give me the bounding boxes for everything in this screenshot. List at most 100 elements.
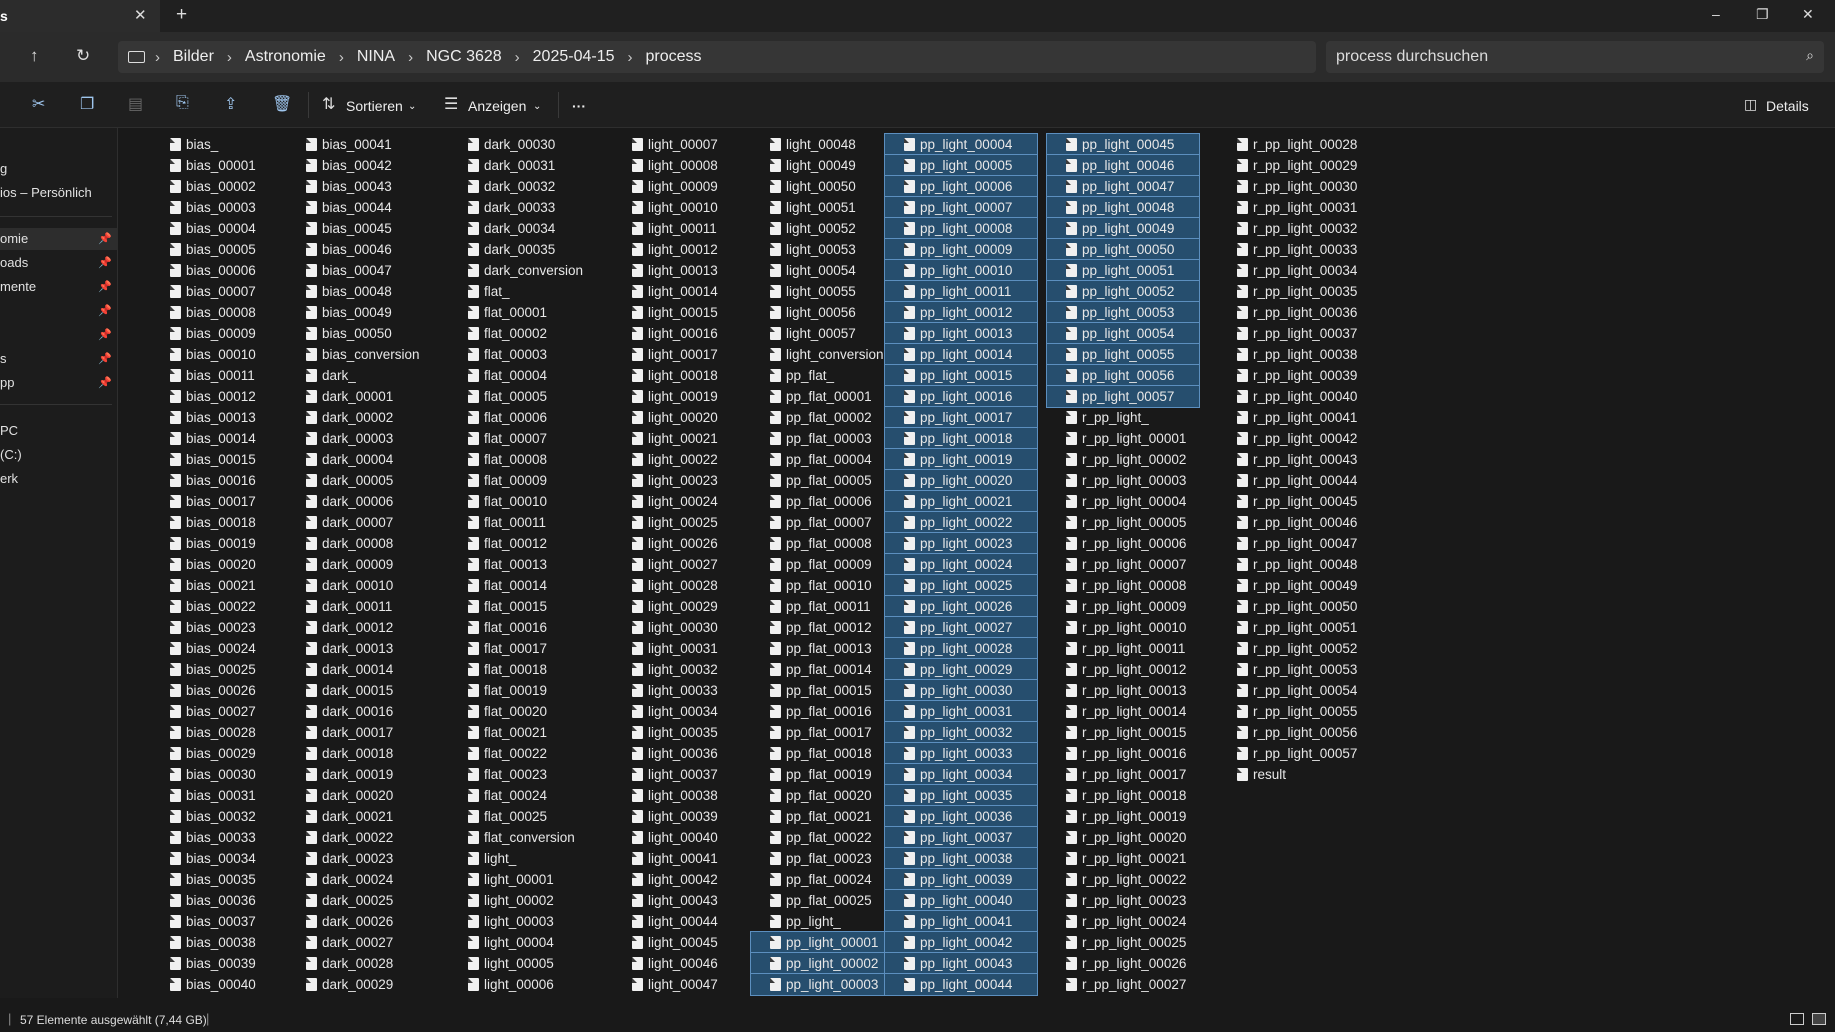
- file-item[interactable]: pp_light_00029: [884, 658, 1038, 681]
- breadcrumb-ngc3628[interactable]: NGC 3628: [426, 48, 502, 66]
- file-item[interactable]: bias_00007: [168, 281, 256, 302]
- file-item[interactable]: light_00028: [630, 575, 718, 596]
- file-item[interactable]: r_pp_light_00041: [1235, 407, 1357, 428]
- file-item[interactable]: pp_light_00019: [884, 448, 1038, 471]
- file-item[interactable]: r_pp_light_00020: [1064, 827, 1186, 848]
- file-item[interactable]: pp_flat_00001: [768, 386, 872, 407]
- file-item[interactable]: r_pp_light_00031: [1235, 197, 1357, 218]
- file-item[interactable]: dark_00020: [304, 785, 393, 806]
- minimize-icon[interactable]: –: [1712, 6, 1720, 22]
- file-item[interactable]: bias_00031: [168, 785, 256, 806]
- file-item[interactable]: bias_00012: [168, 386, 256, 407]
- file-item[interactable]: light_00007: [630, 134, 718, 155]
- file-item[interactable]: r_pp_light_00053: [1235, 659, 1357, 680]
- file-item[interactable]: light_00042: [630, 869, 718, 890]
- file-item[interactable]: r_pp_light_00035: [1235, 281, 1357, 302]
- file-item[interactable]: dark_: [304, 365, 356, 386]
- file-item[interactable]: dark_00004: [304, 449, 393, 470]
- file-item[interactable]: dark_00029: [304, 974, 393, 995]
- file-item[interactable]: pp_light_00052: [1046, 280, 1200, 303]
- file-item[interactable]: r_pp_light_00030: [1235, 176, 1357, 197]
- file-item[interactable]: light_00014: [630, 281, 718, 302]
- details-button[interactable]: Details: [1766, 98, 1809, 114]
- file-item[interactable]: bias_00050: [304, 323, 392, 344]
- file-item[interactable]: pp_flat_00025: [768, 890, 872, 911]
- file-item[interactable]: pp_flat_00019: [768, 764, 872, 785]
- file-item[interactable]: flat_00022: [466, 743, 547, 764]
- maximize-icon[interactable]: ❐: [1756, 6, 1769, 23]
- file-item[interactable]: pp_light_00001: [750, 931, 904, 954]
- file-item[interactable]: bias_00038: [168, 932, 256, 953]
- close-tab-icon[interactable]: ✕: [134, 6, 147, 24]
- file-item[interactable]: pp_light_00028: [884, 637, 1038, 660]
- file-item[interactable]: r_pp_light_00007: [1064, 554, 1186, 575]
- file-item[interactable]: dark_00013: [304, 638, 393, 659]
- file-item[interactable]: flat_00002: [466, 323, 547, 344]
- file-item[interactable]: light_00020: [630, 407, 718, 428]
- sidebar-item-astronomie[interactable]: omie 📌: [0, 228, 118, 250]
- file-item[interactable]: r_pp_light_00042: [1235, 428, 1357, 449]
- file-item[interactable]: flat_00010: [466, 491, 547, 512]
- file-item[interactable]: r_pp_light_00014: [1064, 701, 1186, 722]
- file-item[interactable]: bias_00029: [168, 743, 256, 764]
- breadcrumb-nina[interactable]: NINA: [357, 48, 395, 66]
- file-item[interactable]: r_pp_light_00052: [1235, 638, 1357, 659]
- file-item[interactable]: r_pp_light_00006: [1064, 533, 1186, 554]
- file-item[interactable]: light_00008: [630, 155, 718, 176]
- file-item[interactable]: pp_flat_00003: [768, 428, 872, 449]
- file-item[interactable]: r_pp_light_00054: [1235, 680, 1357, 701]
- file-item[interactable]: light_00040: [630, 827, 718, 848]
- file-item[interactable]: pp_light_00032: [884, 721, 1038, 744]
- file-item[interactable]: dark_00019: [304, 764, 393, 785]
- file-item[interactable]: dark_00003: [304, 428, 393, 449]
- file-item[interactable]: light_00030: [630, 617, 718, 638]
- file-item[interactable]: r_pp_light_00033: [1235, 239, 1357, 260]
- file-item[interactable]: flat_00024: [466, 785, 547, 806]
- file-item[interactable]: pp_light_00036: [884, 805, 1038, 828]
- file-item[interactable]: r_pp_light_00026: [1064, 953, 1186, 974]
- file-item[interactable]: light_00005: [466, 953, 554, 974]
- file-item[interactable]: light_00033: [630, 680, 718, 701]
- copy-icon[interactable]: ❐: [80, 94, 94, 114]
- file-item[interactable]: pp_flat_00011: [768, 596, 871, 617]
- file-item[interactable]: r_pp_light_00050: [1235, 596, 1357, 617]
- file-item[interactable]: dark_00022: [304, 827, 393, 848]
- sidebar-item-pinned[interactable]: s 📌: [0, 348, 118, 370]
- file-item[interactable]: pp_light_00041: [884, 910, 1038, 933]
- file-item[interactable]: r_pp_light_00048: [1235, 554, 1357, 575]
- file-item[interactable]: pp_light_00005: [884, 154, 1038, 177]
- file-item[interactable]: flat_00009: [466, 470, 547, 491]
- file-item[interactable]: r_pp_light_00044: [1235, 470, 1357, 491]
- file-item[interactable]: r_pp_light_00016: [1064, 743, 1186, 764]
- file-item[interactable]: light_00046: [630, 953, 718, 974]
- file-item[interactable]: pp_light_00015: [884, 364, 1038, 387]
- file-item[interactable]: pp_light_00017: [884, 406, 1038, 429]
- file-item[interactable]: pp_light_00010: [884, 259, 1038, 282]
- file-item[interactable]: pp_light_00027: [884, 616, 1038, 639]
- file-item[interactable]: flat_00021: [466, 722, 547, 743]
- file-item[interactable]: light_00001: [466, 869, 554, 890]
- file-item[interactable]: pp_light_00012: [884, 301, 1038, 324]
- file-item[interactable]: pp_flat_00023: [768, 848, 872, 869]
- file-item[interactable]: pp_light_00042: [884, 931, 1038, 954]
- file-item[interactable]: pp_light_00025: [884, 574, 1038, 597]
- file-item[interactable]: light_00023: [630, 470, 718, 491]
- file-item[interactable]: light_00018: [630, 365, 718, 386]
- file-item[interactable]: flat_00013: [466, 554, 547, 575]
- file-item[interactable]: pp_light_00037: [884, 826, 1038, 849]
- file-item[interactable]: bias_00014: [168, 428, 256, 449]
- file-item[interactable]: pp_flat_: [768, 365, 834, 386]
- file-item[interactable]: bias_00044: [304, 197, 392, 218]
- file-item[interactable]: flat_00008: [466, 449, 547, 470]
- file-item[interactable]: pp_flat_00007: [768, 512, 872, 533]
- file-item[interactable]: r_pp_light_00051: [1235, 617, 1357, 638]
- file-item[interactable]: r_pp_light_00005: [1064, 512, 1186, 533]
- file-item[interactable]: pp_light_00020: [884, 469, 1038, 492]
- file-item[interactable]: light_00052: [768, 218, 856, 239]
- sidebar-item-drive-c[interactable]: (C:): [0, 444, 118, 466]
- file-item[interactable]: pp_light_00018: [884, 427, 1038, 450]
- file-item[interactable]: pp_light_00047: [1046, 175, 1200, 198]
- file-item[interactable]: pp_light_00011: [884, 280, 1038, 303]
- file-item[interactable]: light_00029: [630, 596, 718, 617]
- file-item[interactable]: light_00044: [630, 911, 718, 932]
